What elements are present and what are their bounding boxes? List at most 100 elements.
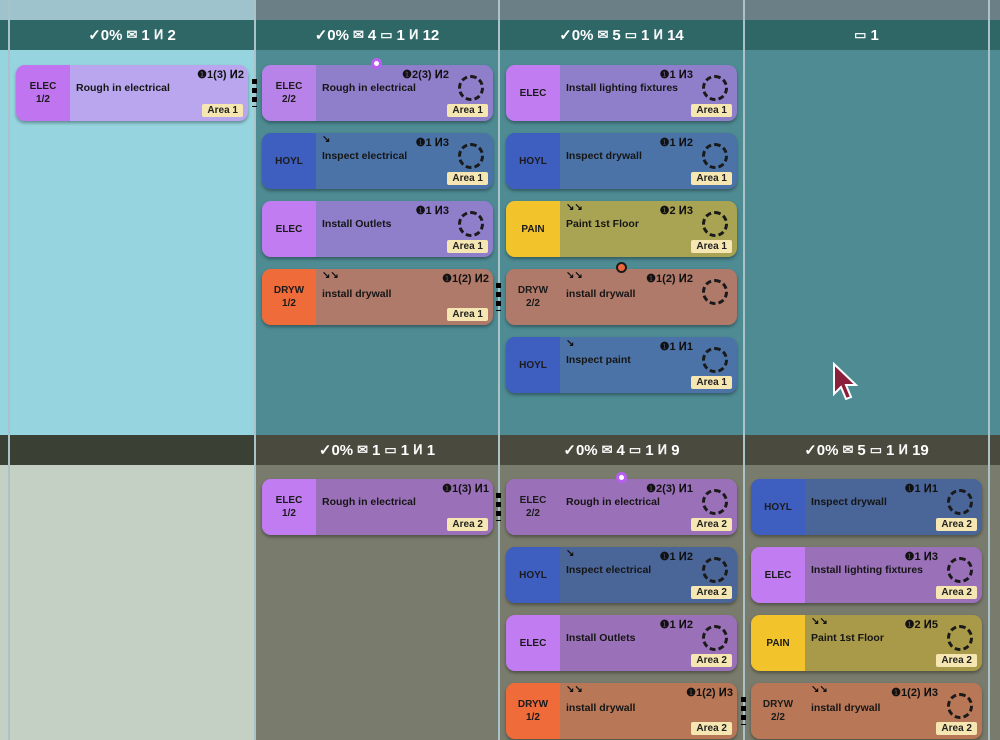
progress-ring-icon[interactable]	[947, 693, 973, 719]
column-divider	[8, 0, 10, 740]
task-title: Rough in electrical	[322, 496, 416, 508]
task-card[interactable]: ELEC 1/2 Rough in electrical ❶1(3) ⵍ1 Ar…	[262, 479, 493, 535]
task-stats: ❶1 ⵍ1	[659, 341, 693, 353]
progress-ring-icon[interactable]	[458, 211, 484, 237]
task-card[interactable]: HOYL ↘ Inspect paint ❶1 ⵍ1 Area 1	[506, 337, 737, 393]
check-percent: ✓0%	[88, 27, 123, 44]
task-stats: ❶1(2) ⵍ2	[646, 273, 693, 285]
progress-ring-icon[interactable]	[702, 347, 728, 373]
trade-badge: ELEC	[506, 65, 560, 121]
task-card[interactable]: PAIN ↘↘ Paint 1st Floor ❶2 ⵍ5 Area 2	[751, 615, 982, 671]
check-percent: ✓0%	[563, 442, 598, 459]
task-stats: ❶1(3) ⵍ1	[442, 483, 489, 495]
task-stats: ❶1 ⵍ2	[659, 619, 693, 631]
progress-ring-icon[interactable]	[702, 211, 728, 237]
area-tag: Area 1	[691, 376, 732, 389]
task-card[interactable]: HOYL Inspect drywall ❶1 ⵍ1 Area 2	[751, 479, 982, 535]
check-percent: ✓0%	[804, 442, 839, 459]
column-summary: ✓0% ✉ 4 ▭ 1 ⵍ9	[563, 441, 680, 460]
card-icon: ▭	[384, 442, 397, 457]
mouse-cursor-icon	[833, 362, 858, 401]
area-tag: Area 1	[691, 240, 732, 253]
task-title: Inspect electrical	[322, 150, 408, 162]
check-percent: ✓0%	[318, 442, 354, 459]
dependency-arrow-icon: ↘↘	[811, 616, 828, 627]
check-percent: ✓0%	[314, 27, 349, 44]
area-tag: Area 2	[936, 722, 977, 735]
task-title: install drywall	[566, 702, 636, 714]
area-tag: Area 1	[447, 240, 488, 253]
task-card[interactable]: HOYL ↘ Inspect electrical ❶1 ⵍ2 Area 2	[506, 547, 737, 603]
task-title: Inspect drywall	[811, 496, 887, 508]
progress-ring-icon[interactable]	[947, 489, 973, 515]
task-stats: ❶1 ⵍ3	[415, 205, 449, 217]
link-dot-icon[interactable]	[616, 472, 627, 483]
column-summary: ✓0% ✉ 5 ▭ 1 ⵍ 19	[804, 441, 929, 460]
task-title: Install Outlets	[566, 632, 636, 644]
trade-badge: HOYL	[506, 337, 560, 393]
progress-ring-icon[interactable]	[702, 75, 728, 101]
crew-icon: ⵍ	[153, 27, 164, 42]
top-strip-highlight	[0, 0, 255, 20]
trade-badge: PAIN	[506, 201, 560, 257]
progress-ring-icon[interactable]	[702, 489, 728, 515]
progress-ring-icon[interactable]	[702, 279, 728, 305]
task-stats: ❶1(2) ⵍ3	[686, 687, 733, 699]
task-card[interactable]: ELEC 2/2 Rough in electrical ❶2(3) ⵍ2 Ar…	[262, 65, 493, 121]
task-card[interactable]: HOYL Inspect drywall ❶1 ⵍ2 Area 1	[506, 133, 737, 189]
column-summary: ✓0% ✉ 1 ⵍ2	[88, 26, 176, 45]
check-box-icon: ✉	[126, 27, 138, 42]
card-icon: ▭	[628, 442, 642, 457]
task-stats: ❶1 ⵍ1	[904, 483, 938, 495]
task-card[interactable]: DRYW 1/2 ↘↘ install drywall ❶1(2) ⵍ2 Are…	[262, 269, 493, 325]
task-card[interactable]: ELEC 1/2 Rough in electrical ❶1(3) ⵍ2 Ar…	[16, 65, 248, 121]
trade-badge: DRYW 1/2	[506, 683, 560, 739]
crew-icon: ⵍ	[898, 442, 909, 457]
task-card[interactable]: DRYW 2/2 ↘↘ install drywall ❶1(2) ⵍ3 Are…	[751, 683, 982, 739]
task-card[interactable]: ELEC Install lighting fixtures ❶1 ⵍ3 Are…	[751, 547, 982, 603]
split-drag-handle[interactable]	[741, 697, 746, 725]
task-title: Inspect paint	[566, 354, 631, 366]
link-dot-icon[interactable]	[371, 58, 382, 69]
link-dot-icon[interactable]	[616, 262, 627, 273]
split-drag-handle[interactable]	[496, 493, 501, 521]
task-title: Rough in electrical	[322, 82, 416, 94]
check-box-icon: ✉	[597, 27, 609, 42]
task-stats: ❶2 ⵍ3	[659, 205, 693, 217]
card-icon: ▭	[624, 27, 638, 42]
dependency-arrow-icon: ↘↘	[566, 270, 583, 281]
task-stats: ❶1 ⵍ2	[659, 551, 693, 563]
task-card[interactable]: ELEC Install Outlets ❶1 ⵍ3 Area 1	[262, 201, 493, 257]
task-card[interactable]: DRYW 1/2 ↘↘ install drywall ❶1(2) ⵍ3 Are…	[506, 683, 737, 739]
task-card[interactable]: DRYW 2/2 ↘↘ install drywall ❶1(2) ⵍ2	[506, 269, 737, 325]
progress-ring-icon[interactable]	[947, 557, 973, 583]
area-tag: Area 2	[936, 654, 977, 667]
progress-ring-icon[interactable]	[458, 143, 484, 169]
crew-icon: ⵍ	[413, 442, 423, 457]
area-tag: Area 2	[936, 518, 977, 531]
task-card[interactable]: ELEC Install Outlets ❶1 ⵍ2 Area 2	[506, 615, 737, 671]
column-summary: ▭ 1	[854, 26, 879, 44]
progress-ring-icon[interactable]	[702, 557, 728, 583]
task-stats: ❶1 ⵍ2	[659, 137, 693, 149]
check-percent: ✓0%	[559, 27, 594, 44]
progress-ring-icon[interactable]	[702, 143, 728, 169]
task-card[interactable]: ELEC Install lighting fixtures ❶1 ⵍ3 Are…	[506, 65, 737, 121]
progress-ring-icon[interactable]	[458, 75, 484, 101]
task-card[interactable]: ELEC 2/2 Rough in electrical ❶2(3) ⵍ1 Ar…	[506, 479, 737, 535]
task-card[interactable]: HOYL ↘ Inspect electrical ❶1 ⵍ3 Area 1	[262, 133, 493, 189]
progress-ring-icon[interactable]	[947, 625, 973, 651]
split-drag-handle[interactable]	[496, 283, 501, 311]
split-drag-handle[interactable]	[252, 79, 257, 107]
task-title: Rough in electrical	[566, 496, 660, 508]
area-tag: Area 2	[691, 518, 732, 531]
area-tag: Area 1	[691, 104, 732, 117]
trade-badge: HOYL	[506, 547, 560, 603]
progress-ring-icon[interactable]	[702, 625, 728, 651]
dependency-arrow-icon: ↘	[322, 134, 331, 145]
check-box-icon: ✉	[842, 442, 854, 457]
row2-header-col1	[0, 435, 255, 465]
task-title: install drywall	[811, 702, 881, 714]
crew-icon: ⵍ	[408, 27, 419, 42]
task-card[interactable]: PAIN ↘↘ Paint 1st Floor ❶2 ⵍ3 Area 1	[506, 201, 737, 257]
